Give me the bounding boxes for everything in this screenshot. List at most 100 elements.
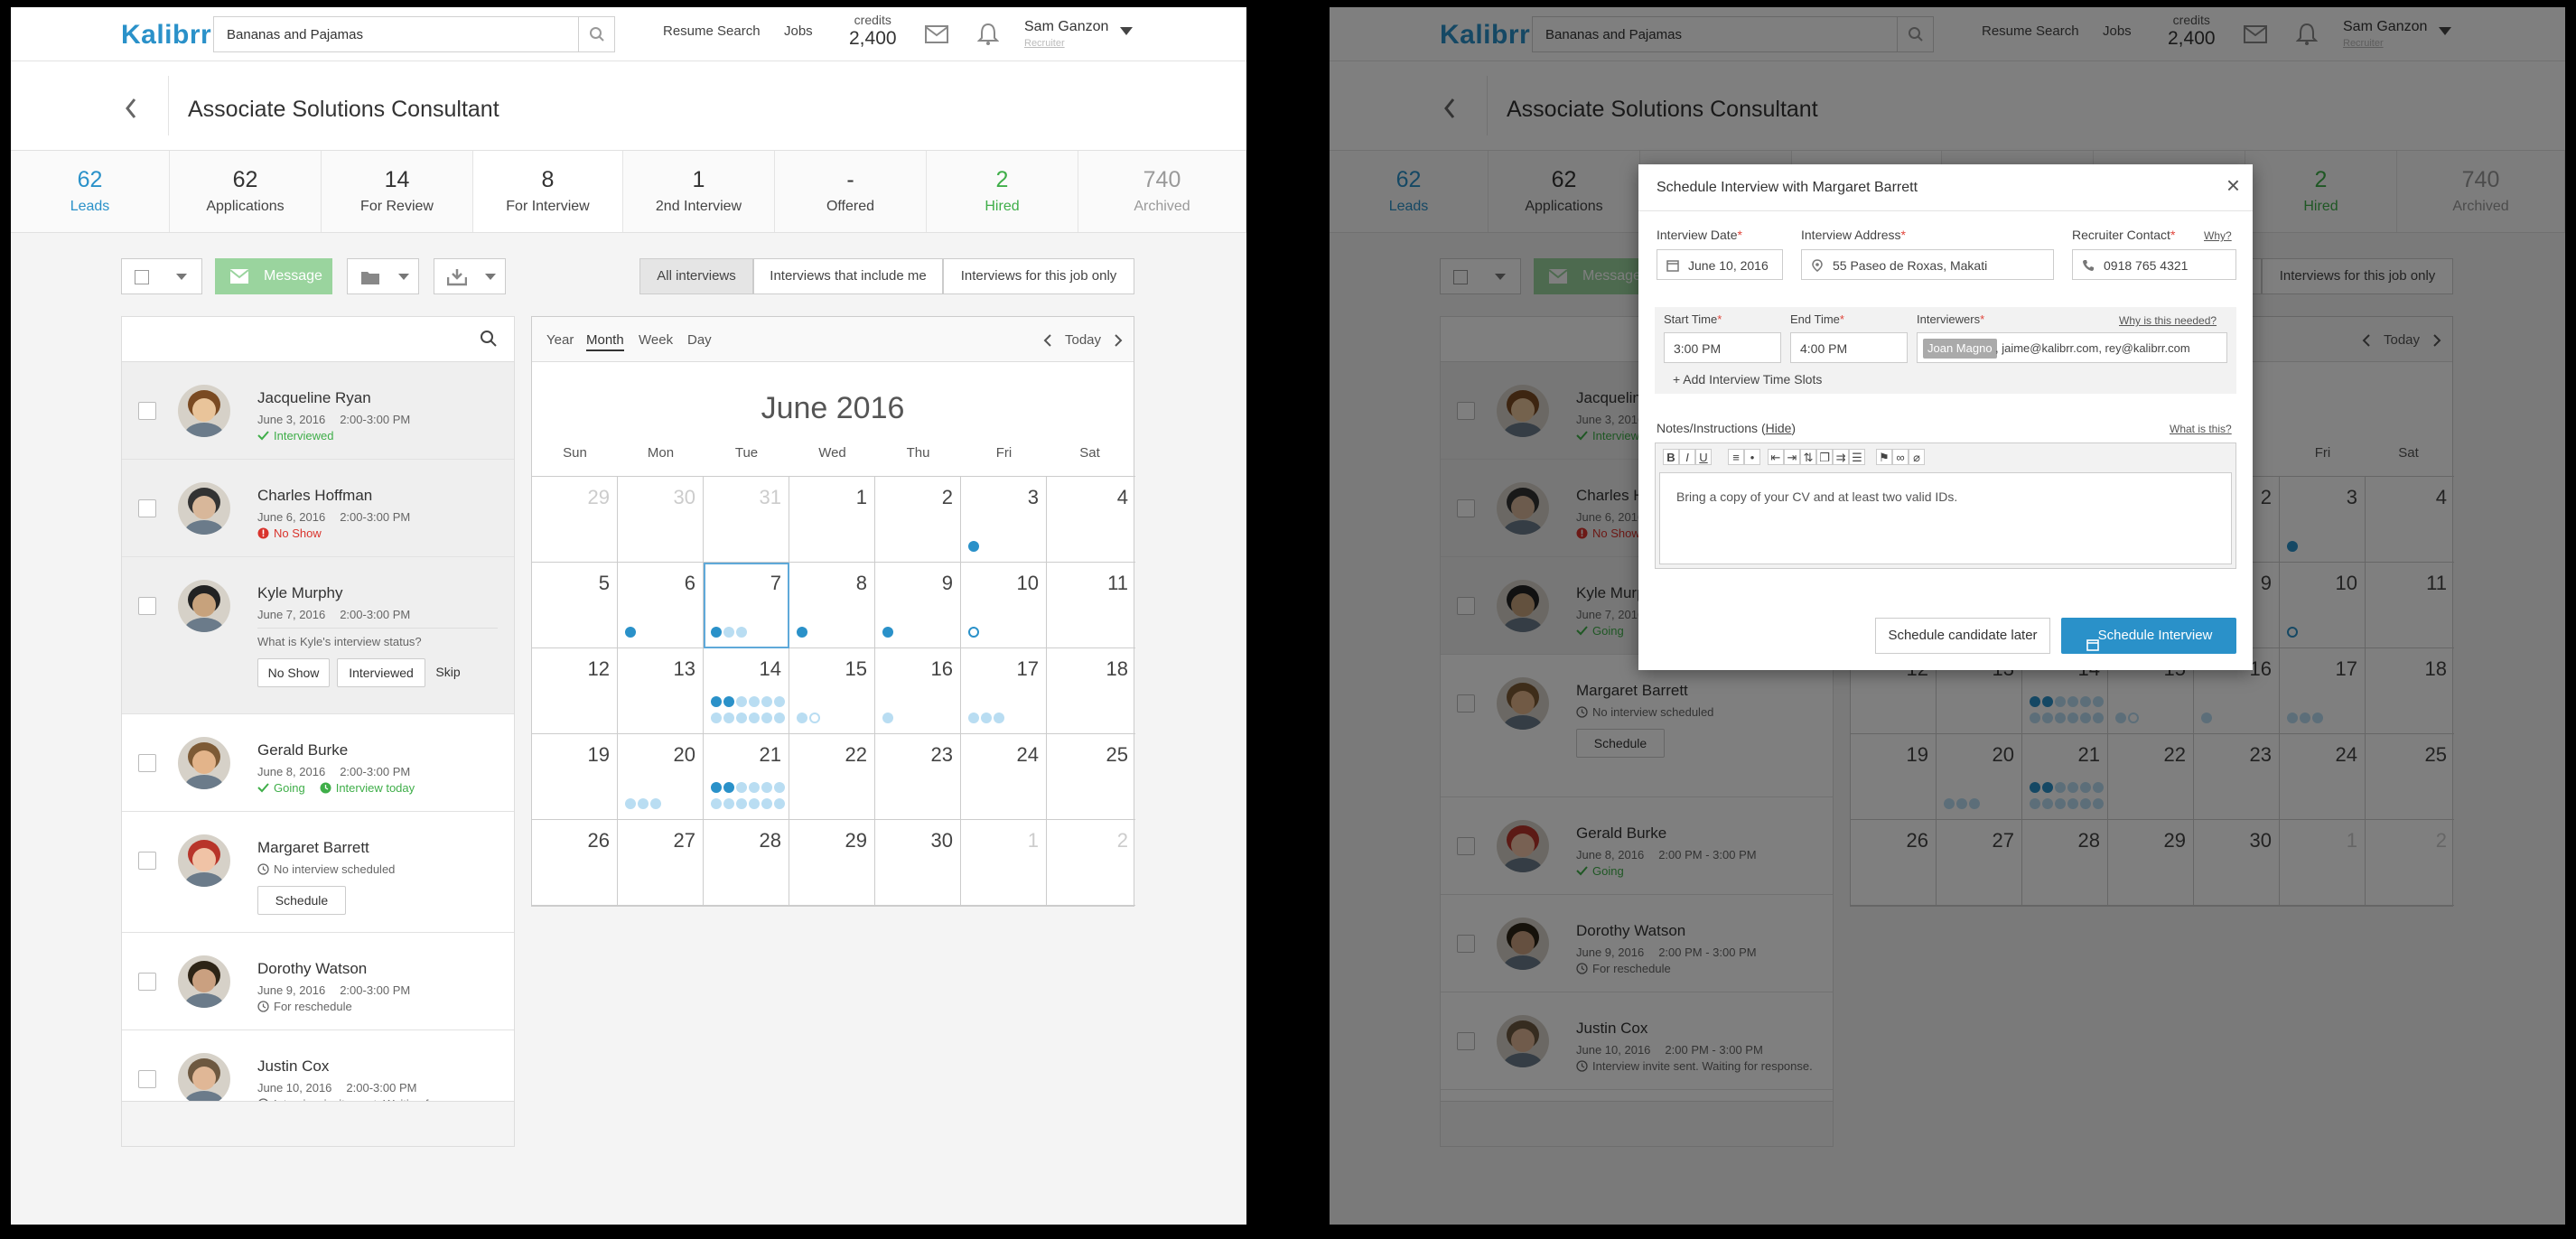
interview-dot[interactable] [625, 626, 636, 638]
hide-notes-link[interactable]: Hide [1766, 421, 1792, 435]
interview-dot[interactable] [968, 540, 979, 552]
sort-icon[interactable]: ⇅ [1800, 449, 1816, 465]
interview-dot[interactable] [797, 626, 807, 638]
stage-archived[interactable]: 740 Archived [1078, 151, 1246, 232]
today-button[interactable]: Today [1065, 332, 1101, 348]
interview-dot[interactable] [711, 797, 722, 809]
calendar-day-cell[interactable]: 20 [618, 734, 704, 820]
interview-dot[interactable] [761, 781, 772, 793]
interview-dot[interactable] [736, 626, 747, 638]
underline-icon[interactable]: U [1695, 449, 1712, 465]
list-icon[interactable]: ☰ [1849, 449, 1865, 465]
view-day[interactable]: Day [687, 332, 712, 348]
candidate-row[interactable]: Margaret Barrett No interview scheduled Sc… [122, 812, 514, 933]
view-year[interactable]: Year [546, 332, 574, 348]
calendar-day-cell[interactable]: 21 [704, 734, 789, 820]
calendar-day-cell[interactable]: 29 [789, 820, 875, 906]
tag-icon[interactable]: ⚑ [1876, 449, 1892, 465]
candidate-name[interactable]: Charles Hoffman [257, 487, 372, 505]
interview-dot[interactable] [968, 626, 979, 638]
interview-dot[interactable] [736, 797, 747, 809]
interview-dot[interactable] [711, 626, 722, 638]
export-dropdown[interactable] [434, 258, 506, 294]
start-time-field[interactable]: 3:00 PM [1664, 332, 1781, 363]
calendar-day-cell[interactable]: 29 [532, 477, 618, 563]
interview-address-field[interactable]: 55 Paseo de Roxas, Makati [1801, 249, 2054, 280]
unlink-icon[interactable]: ⌀ [1909, 449, 1925, 465]
what-is-this-link[interactable]: What is this? [2170, 423, 2232, 435]
calendar-day-cell[interactable]: 14 [704, 648, 789, 734]
schedule-button[interactable]: Schedule [257, 886, 346, 915]
calendar-day-cell[interactable]: 1 [789, 477, 875, 563]
interview-dot[interactable] [650, 797, 661, 809]
interview-dot[interactable] [638, 797, 649, 809]
no-show-button[interactable]: No Show [257, 658, 330, 687]
interview-dot[interactable] [797, 712, 807, 723]
ordered-list-icon[interactable]: ≡ [1728, 449, 1744, 465]
calendar-day-cell[interactable]: 1 [961, 820, 1047, 906]
stage-for-interview[interactable]: 8 For Interview [473, 151, 623, 232]
outdent-icon[interactable]: ⇤ [1768, 449, 1784, 465]
candidate-row[interactable]: Gerald Burke June 8, 2016 2:00-3:00 PM Goin… [122, 714, 514, 812]
calendar-day-cell[interactable]: 22 [789, 734, 875, 820]
calendar-day-cell[interactable]: 23 [875, 734, 961, 820]
close-icon[interactable]: × [2226, 173, 2240, 197]
link-icon[interactable]: ∞ [1892, 449, 1909, 465]
calendar-day-cell[interactable]: 24 [961, 734, 1047, 820]
candidate-checkbox[interactable] [138, 499, 156, 517]
calendar-day-cell[interactable]: 17 [961, 648, 1047, 734]
bell-icon[interactable] [976, 23, 1000, 51]
skip-button[interactable]: Skip [425, 658, 471, 687]
end-time-field[interactable]: 4:00 PM [1790, 332, 1908, 363]
calendar-day-cell[interactable]: 27 [618, 820, 704, 906]
credits-counter[interactable]: credits2,400 [849, 13, 897, 50]
stage-2nd-interview[interactable]: 1 2nd Interview [623, 151, 775, 232]
candidate-row[interactable]: Jacqueline Ryan June 3, 2016 2:00-3:00 PM I… [122, 362, 514, 460]
header-search-value[interactable]: Bananas and Pajamas [227, 27, 363, 42]
view-month[interactable]: Month [586, 332, 624, 351]
calendar-day-cell[interactable]: 28 [704, 820, 789, 906]
select-all-dropdown[interactable] [121, 258, 202, 294]
interview-dot[interactable] [723, 626, 734, 638]
search-icon[interactable] [480, 330, 498, 352]
calendar-day-cell[interactable]: 5 [532, 563, 618, 648]
stage-for-review[interactable]: 14 For Review [322, 151, 473, 232]
interview-dot[interactable] [711, 712, 722, 723]
indent-icon[interactable]: ⇥ [1784, 449, 1800, 465]
stage-offered[interactable]: - Offered [775, 151, 927, 232]
interview-dot[interactable] [723, 695, 734, 707]
stage-leads[interactable]: 62 Leads [11, 151, 170, 232]
interview-dot[interactable] [736, 695, 747, 707]
nav-jobs[interactable]: Jobs [784, 23, 813, 39]
user-menu-caret[interactable] [1120, 27, 1133, 35]
candidate-name[interactable]: Dorothy Watson [257, 960, 367, 978]
calendar-day-cell[interactable]: 7 [704, 563, 789, 648]
recruiter-contact-field[interactable]: 0918 765 4321 [2072, 249, 2236, 280]
candidate-name[interactable]: Jacqueline Ryan [257, 389, 371, 407]
interview-dot[interactable] [882, 712, 893, 723]
interview-dot[interactable] [723, 781, 734, 793]
notes-editor[interactable]: B I U ≡ • ⇤ ⇥ ⇅ ❐ ⇉ ☰ ⚑ ∞ ⌀ Bring a copy of your CV an… [1655, 442, 2236, 569]
calendar-day-cell[interactable]: 26 [532, 820, 618, 906]
stage-applications[interactable]: 62 Applications [170, 151, 322, 232]
interviewers-field[interactable]: Joan Magno, jaime@kalibrr.com, rey@kalib… [1917, 332, 2227, 363]
interview-dot[interactable] [711, 781, 722, 793]
interview-dot[interactable] [736, 781, 747, 793]
candidate-name[interactable]: Kyle Murphy [257, 584, 342, 602]
filter-tab-2[interactable]: Interviews that include me [753, 258, 943, 294]
kalibrr-logo[interactable]: Kalibrr [121, 20, 211, 51]
header-search-input[interactable]: Bananas and Pajamas [213, 16, 615, 52]
candidate-checkbox[interactable] [138, 1070, 156, 1088]
user-name[interactable]: Sam Ganzon [1024, 19, 1108, 35]
calendar-day-cell[interactable]: 4 [1047, 477, 1135, 563]
calendar-day-cell[interactable]: 2 [1047, 820, 1135, 906]
calendar-day-cell[interactable]: 6 [618, 563, 704, 648]
interview-dot[interactable] [882, 626, 893, 638]
calendar-day-cell[interactable]: 10 [961, 563, 1047, 648]
interview-dot[interactable] [994, 712, 1004, 723]
interview-date-field[interactable]: June 10, 2016 [1657, 249, 1783, 280]
interview-dot[interactable] [761, 797, 772, 809]
align-icon[interactable]: ⇉ [1833, 449, 1849, 465]
calendar-day-cell[interactable]: 8 [789, 563, 875, 648]
candidate-checkbox[interactable] [138, 973, 156, 991]
